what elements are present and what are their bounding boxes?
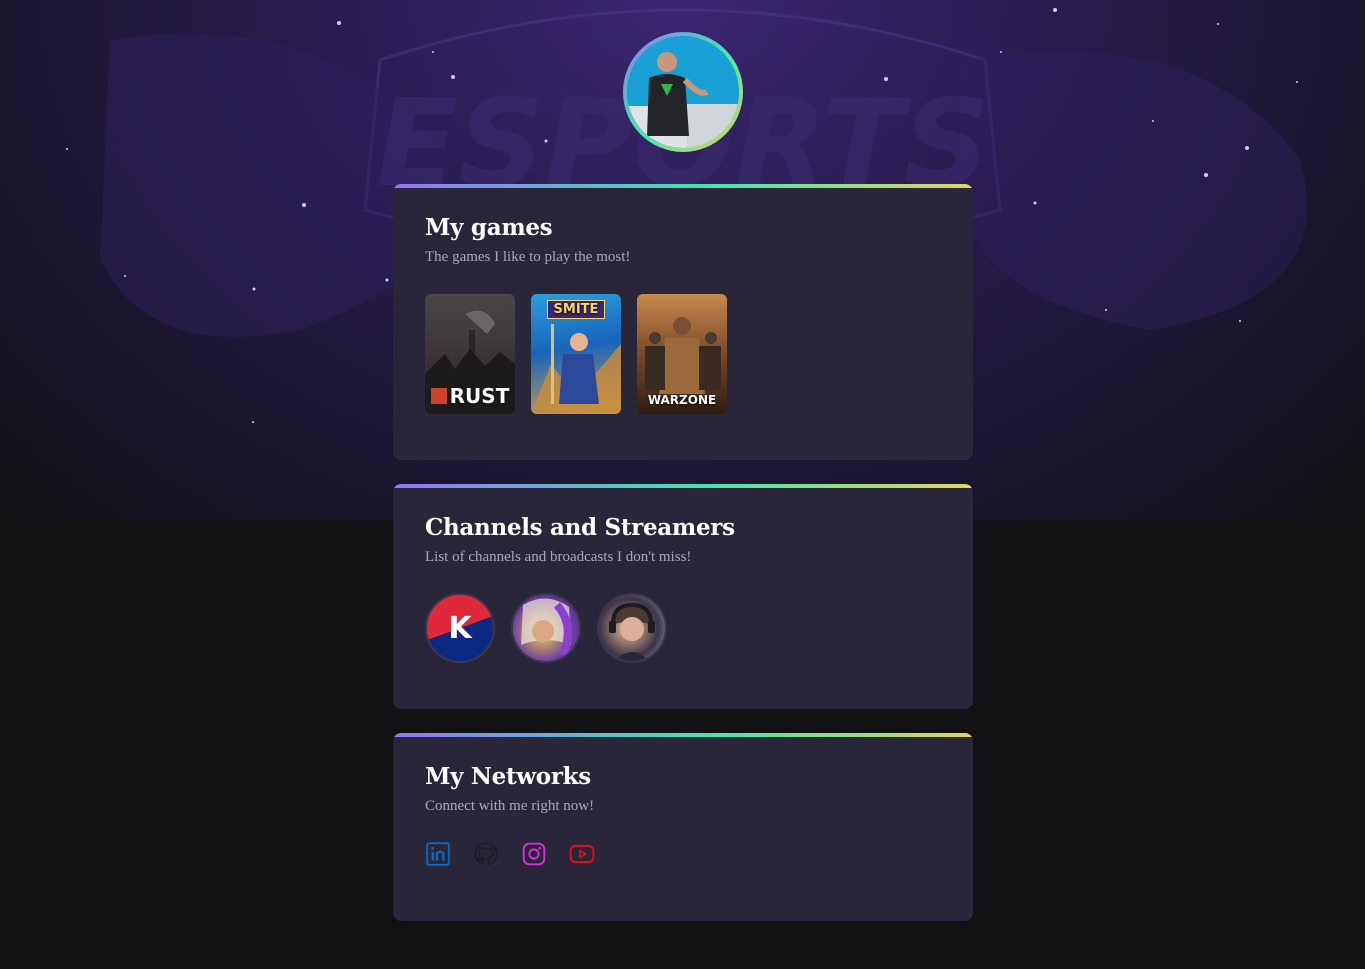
instagram-icon[interactable] — [521, 841, 547, 867]
games-card-subtitle: The games I like to play the most! — [425, 249, 631, 265]
networks-card-title: My Networks — [425, 763, 591, 790]
channels-list: K — [425, 593, 941, 663]
games-card-title: My games — [425, 214, 553, 241]
game-warzone[interactable]: WARZONE — [637, 294, 727, 414]
github-icon[interactable] — [473, 841, 499, 867]
networks-list — [425, 841, 941, 867]
linkedin-icon[interactable] — [425, 841, 451, 867]
networks-card-subtitle: Connect with me right now! — [425, 798, 595, 814]
channel-3-artwork — [609, 602, 655, 661]
networks-card: My Networks Connect with me right now! — [393, 733, 973, 921]
channel-avatar-3[interactable] — [597, 593, 667, 663]
channel-k[interactable]: K — [425, 593, 495, 663]
youtube-icon[interactable] — [569, 841, 595, 867]
person-silhouette-icon — [627, 36, 739, 148]
games-list: RUST SMITE WARZONE — [425, 294, 941, 414]
avatar-photo — [627, 36, 739, 148]
profile-avatar — [623, 32, 743, 152]
game-rust[interactable]: RUST — [425, 294, 515, 414]
channels-card-subtitle: List of channels and broadcasts I don't … — [425, 549, 692, 565]
channels-card-title: Channels and Streamers — [425, 514, 735, 541]
channel-k-logo: K — [448, 610, 472, 646]
channels-card: Channels and Streamers List of channels … — [393, 484, 973, 709]
rust-logo-icon — [430, 388, 447, 404]
games-card: My games The games I like to play the mo… — [393, 184, 973, 460]
channel-avatar-2[interactable] — [511, 593, 581, 663]
channel-2-artwork — [521, 598, 572, 657]
game-smite[interactable]: SMITE — [531, 294, 621, 414]
